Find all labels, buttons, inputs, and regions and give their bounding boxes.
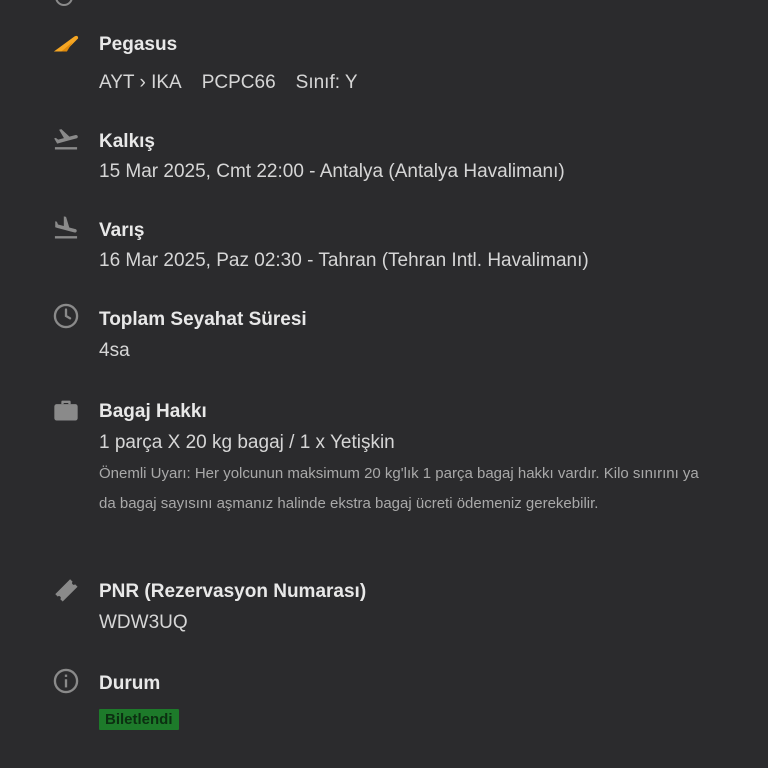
flight-details-screen: Pegasus AYT › IKA PCPC66 Sınıf: Y Kalkış 1… [0, 0, 768, 768]
pnr-value: WDW3UQ [99, 612, 188, 633]
status-title: Durum [99, 673, 161, 694]
plane-landing-icon [52, 214, 80, 242]
route: AYT › IKA [99, 72, 182, 93]
flight-code: PCPC66 [201, 72, 276, 93]
clock-icon [52, 302, 80, 330]
pnr-title: PNR (Rezervasyon Numarası) [99, 581, 367, 602]
flight-info: AYT › IKA PCPC66 Sınıf: Y [99, 72, 358, 94]
suitcase-icon [52, 396, 80, 424]
baggage-value: 1 parça X 20 kg bagaj / 1 x Yetişkin [99, 432, 395, 453]
departure-value: 15 Mar 2025, Cmt 22:00 - Antalya (Antaly… [99, 161, 565, 182]
plane-takeoff-icon [52, 125, 80, 153]
departure-title: Kalkış [99, 131, 155, 152]
info-icon [52, 667, 80, 695]
arrival-title: Varış [99, 220, 145, 241]
baggage-title: Bagaj Hakkı [99, 401, 207, 422]
cutoff-icon [54, 0, 74, 7]
baggage-note: Önemli Uyarı: Her yolcunun maksimum 20 k… [99, 465, 699, 512]
cutoff-row [54, 0, 100, 8]
duration-value: 4sa [99, 340, 130, 361]
class-label: Sınıf: Y [295, 72, 358, 93]
airline-name: Pegasus [99, 34, 178, 55]
pegasus-logo-icon [52, 30, 80, 58]
status-badge: Biletlendi [99, 709, 179, 730]
ticket-icon [52, 576, 80, 604]
duration-title: Toplam Seyahat Süresi [99, 309, 307, 330]
arrival-value: 16 Mar 2025, Paz 02:30 - Tahran (Tehran … [99, 250, 589, 271]
